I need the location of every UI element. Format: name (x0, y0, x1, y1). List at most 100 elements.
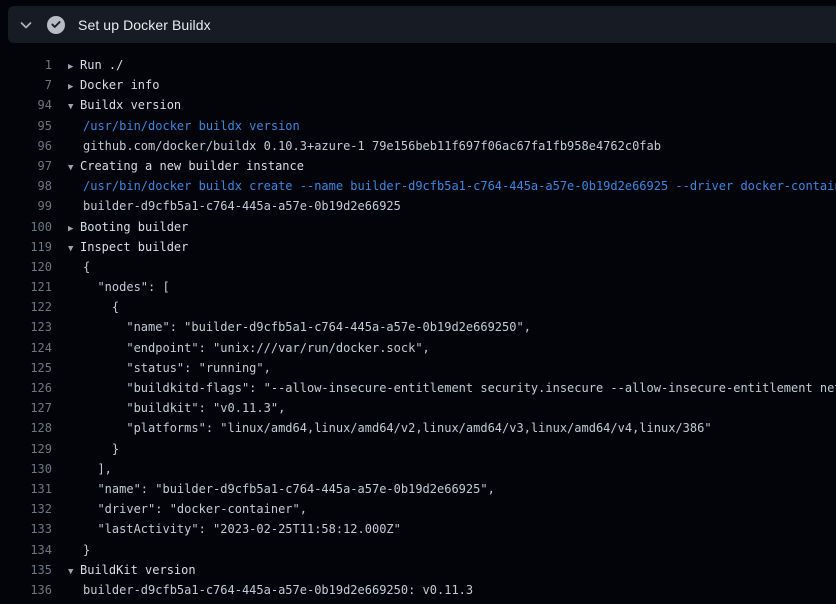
line-number[interactable]: 96 (0, 136, 52, 156)
output-text: "platforms": "linux/amd64,linux/amd64/v2… (52, 418, 712, 438)
log-lines: 1▶Run ./7▶Docker info94▼Buildx version95… (0, 55, 836, 600)
line-number[interactable]: 128 (0, 418, 52, 438)
output-text: } (52, 540, 90, 560)
log-line: 130 ], (0, 459, 836, 479)
check-circle-icon (47, 16, 65, 34)
line-number[interactable]: 124 (0, 338, 52, 358)
log-line[interactable]: 7▶Docker info (0, 75, 836, 95)
log-line[interactable]: 94▼Buildx version (0, 95, 836, 115)
line-number[interactable]: 121 (0, 277, 52, 297)
line-number[interactable]: 130 (0, 459, 52, 479)
group-title: Docker info (80, 78, 159, 92)
line-number[interactable]: 95 (0, 116, 52, 136)
line-number[interactable]: 127 (0, 398, 52, 418)
log-line: 122 { (0, 297, 836, 317)
log-line: 132 "driver": "docker-container", (0, 499, 836, 519)
output-text: { (52, 257, 90, 277)
output-text: { (52, 297, 119, 317)
command-text: /usr/bin/docker buildx create --name bui… (52, 176, 836, 196)
group-expanded-icon: ▼ (68, 97, 80, 115)
log-line: 128 "platforms": "linux/amd64,linux/amd6… (0, 418, 836, 438)
log-line[interactable]: 135▼BuildKit version (0, 560, 836, 580)
group-title: Booting builder (80, 220, 188, 234)
line-number[interactable]: 120 (0, 257, 52, 277)
line-number[interactable]: 7 (0, 75, 52, 95)
group-collapsed-icon: ▶ (68, 57, 80, 75)
log-line: 125 "status": "running", (0, 358, 836, 378)
log-line: 123 "name": "builder-d9cfb5a1-c764-445a-… (0, 317, 836, 337)
group-title: Inspect builder (80, 240, 188, 254)
group-title: Creating a new builder instance (80, 159, 304, 173)
line-number[interactable]: 98 (0, 176, 52, 196)
line-number[interactable]: 1 (0, 55, 52, 75)
log-line: 121 "nodes": [ (0, 277, 836, 297)
log-group-row[interactable]: ▼Creating a new builder instance (52, 156, 304, 176)
output-text: "nodes": [ (52, 277, 170, 297)
log-group-row[interactable]: ▼Inspect builder (52, 237, 188, 257)
output-text: "driver": "docker-container", (52, 499, 307, 519)
group-expanded-icon: ▼ (68, 562, 80, 580)
output-text: builder-d9cfb5a1-c764-445a-a57e-0b19d2e6… (52, 580, 473, 600)
output-text: "endpoint": "unix:///var/run/docker.sock… (52, 338, 430, 358)
line-number[interactable]: 134 (0, 540, 52, 560)
log-line: 98/usr/bin/docker buildx create --name b… (0, 176, 836, 196)
command-text: /usr/bin/docker buildx version (52, 116, 300, 136)
chevron-down-icon[interactable] (18, 17, 34, 33)
log-line: 131 "name": "builder-d9cfb5a1-c764-445a-… (0, 479, 836, 499)
line-number[interactable]: 94 (0, 95, 52, 115)
log-line: 99builder-d9cfb5a1-c764-445a-a57e-0b19d2… (0, 196, 836, 216)
line-number[interactable]: 99 (0, 196, 52, 216)
output-text: "status": "running", (52, 358, 271, 378)
output-text: "name": "builder-d9cfb5a1-c764-445a-a57e… (52, 479, 495, 499)
group-expanded-icon: ▼ (68, 158, 80, 176)
log-line: 133 "lastActivity": "2023-02-25T11:58:12… (0, 519, 836, 539)
log-line: 134} (0, 540, 836, 560)
log-line: 120{ (0, 257, 836, 277)
line-number[interactable]: 131 (0, 479, 52, 499)
line-number[interactable]: 100 (0, 217, 52, 237)
output-text: "lastActivity": "2023-02-25T11:58:12.000… (52, 519, 401, 539)
line-number[interactable]: 132 (0, 499, 52, 519)
log-line: 95/usr/bin/docker buildx version (0, 116, 836, 136)
log-group-row[interactable]: ▶Booting builder (52, 217, 188, 237)
output-text: } (52, 439, 119, 459)
output-text: "name": "builder-d9cfb5a1-c764-445a-a57e… (52, 317, 531, 337)
line-number[interactable]: 136 (0, 580, 52, 600)
log-line: 127 "buildkit": "v0.11.3", (0, 398, 836, 418)
log-line: 136builder-d9cfb5a1-c764-445a-a57e-0b19d… (0, 580, 836, 600)
line-number[interactable]: 129 (0, 439, 52, 459)
log-group-row[interactable]: ▶Docker info (52, 75, 159, 95)
output-text: ], (52, 459, 112, 479)
log-group-row[interactable]: ▼Buildx version (52, 95, 181, 115)
log-line: 129 } (0, 439, 836, 459)
line-number[interactable]: 123 (0, 317, 52, 337)
log-line[interactable]: 97▼Creating a new builder instance (0, 156, 836, 176)
group-collapsed-icon: ▶ (68, 77, 80, 95)
line-number[interactable]: 133 (0, 519, 52, 539)
group-title: Run ./ (80, 58, 123, 72)
output-text: builder-d9cfb5a1-c764-445a-a57e-0b19d2e6… (52, 196, 401, 216)
line-number[interactable]: 126 (0, 378, 52, 398)
line-number[interactable]: 119 (0, 237, 52, 257)
line-number[interactable]: 135 (0, 560, 52, 580)
log-line: 126 "buildkitd-flags": "--allow-insecure… (0, 378, 836, 398)
group-expanded-icon: ▼ (68, 239, 80, 257)
log-line[interactable]: 119▼Inspect builder (0, 237, 836, 257)
log-group-row[interactable]: ▼BuildKit version (52, 560, 196, 580)
output-text: "buildkitd-flags": "--allow-insecure-ent… (52, 378, 836, 398)
step-header[interactable]: Set up Docker Buildx (8, 6, 836, 43)
output-text: github.com/docker/buildx 0.10.3+azure-1 … (52, 136, 661, 156)
line-number[interactable]: 125 (0, 358, 52, 378)
log-line[interactable]: 100▶Booting builder (0, 217, 836, 237)
step-title: Set up Docker Buildx (78, 17, 211, 33)
group-collapsed-icon: ▶ (68, 219, 80, 237)
group-title: BuildKit version (80, 563, 196, 577)
log-group-row[interactable]: ▶Run ./ (52, 55, 123, 75)
log-line[interactable]: 1▶Run ./ (0, 55, 836, 75)
output-text: "buildkit": "v0.11.3", (52, 398, 285, 418)
log-line: 124 "endpoint": "unix:///var/run/docker.… (0, 338, 836, 358)
log-line: 96github.com/docker/buildx 0.10.3+azure-… (0, 136, 836, 156)
line-number[interactable]: 97 (0, 156, 52, 176)
line-number[interactable]: 122 (0, 297, 52, 317)
group-title: Buildx version (80, 98, 181, 112)
